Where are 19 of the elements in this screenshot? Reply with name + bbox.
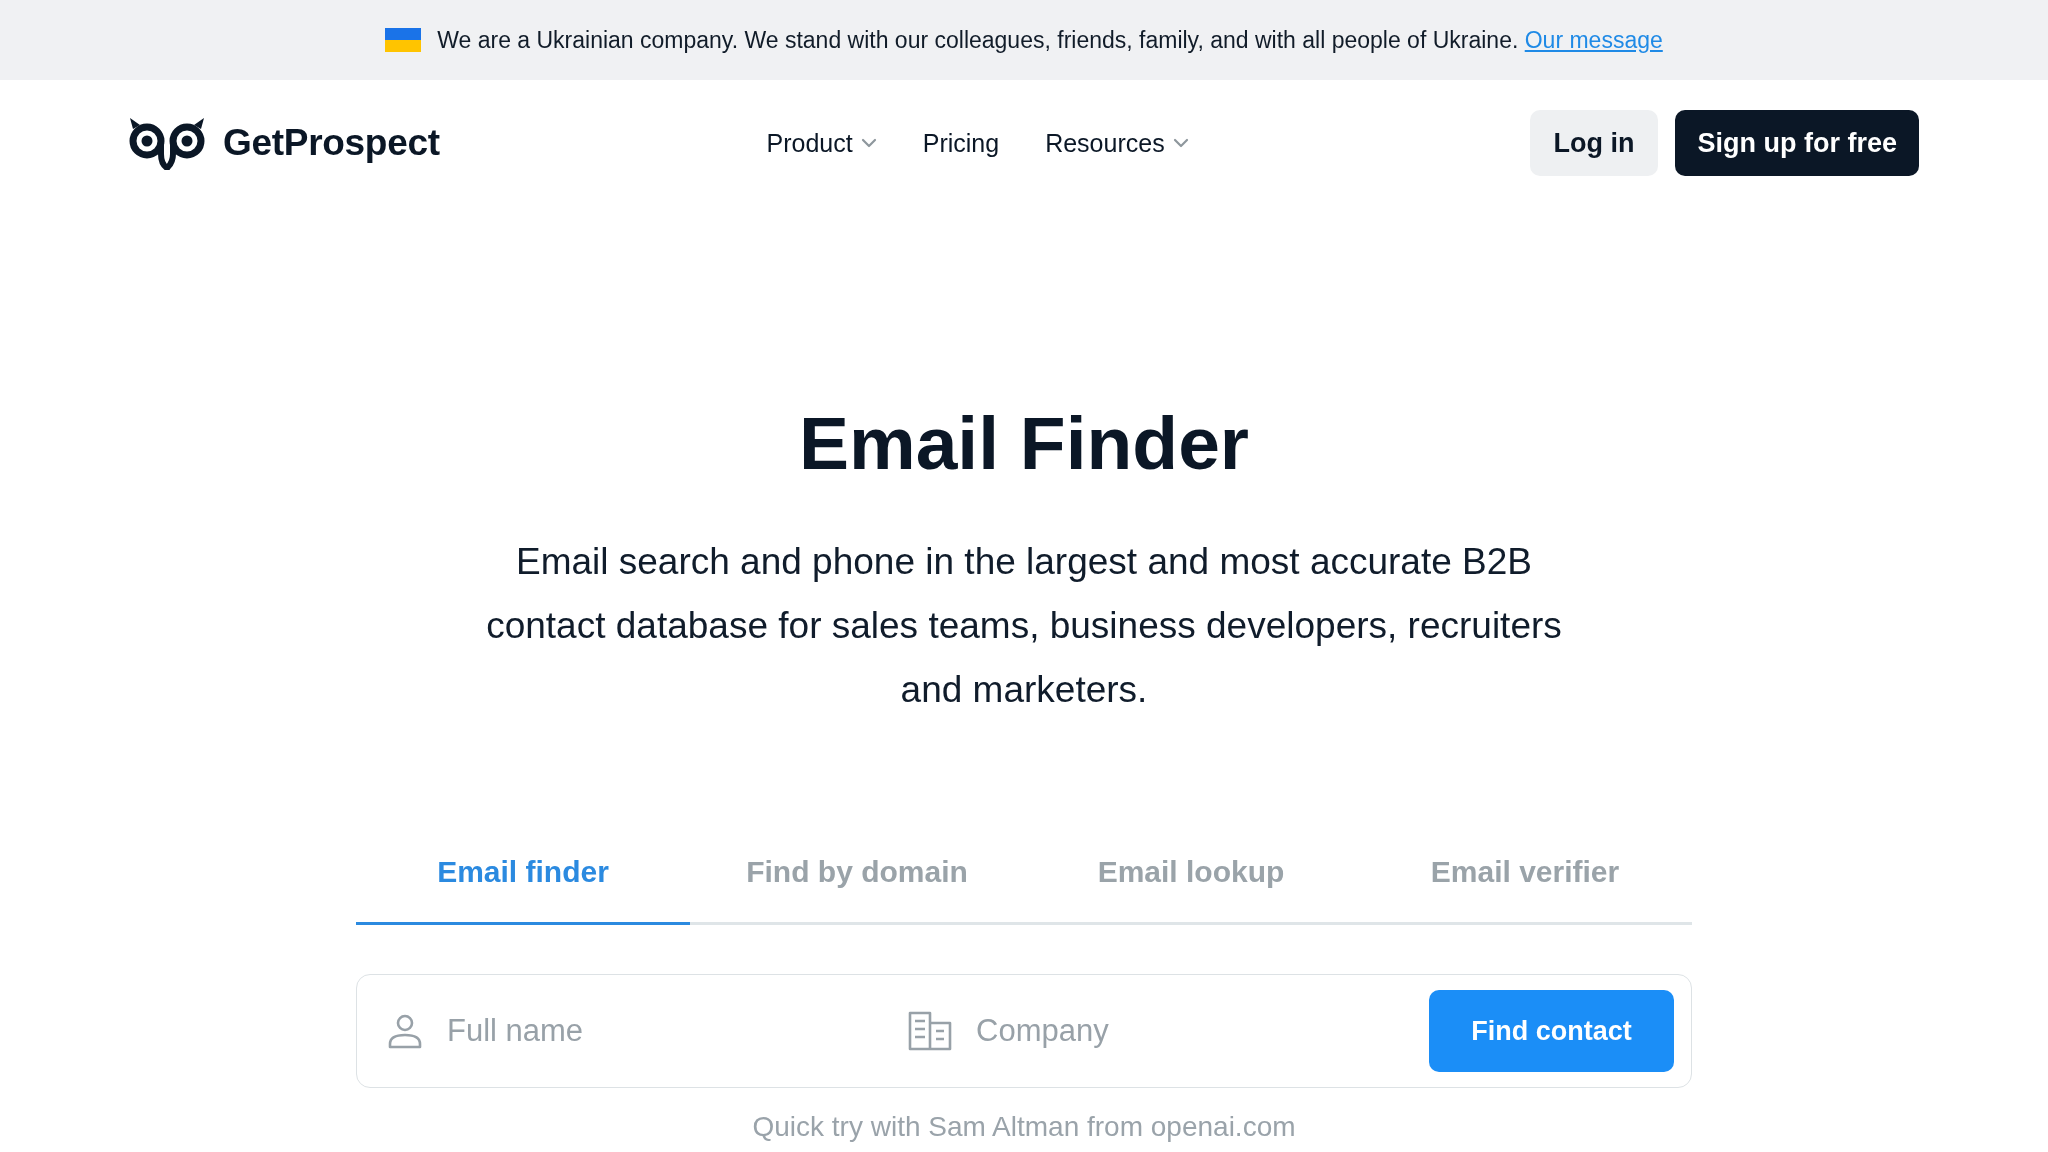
company-field[interactable]: Company <box>976 1007 1429 1055</box>
quick-try-text: Quick try with Sam Altman from openai.com <box>752 1110 1296 1144</box>
person-icon <box>387 1013 423 1049</box>
nav-link[interactable]: Product <box>766 128 877 158</box>
sign-up-button[interactable]: Sign up for free <box>1675 110 1919 176</box>
chevron-down-icon <box>860 138 877 148</box>
tab[interactable]: Email finder <box>356 840 690 925</box>
logo-text[interactable]: GetProspect <box>223 122 440 164</box>
log-in-button[interactable]: Log in <box>1529 110 1659 176</box>
chevron-down-icon <box>1172 138 1189 148</box>
page-subtitle: Email search and phone in the largest and most accurate B2B contact database for sales teams, business developers, recruiters and marketers. <box>485 540 1563 712</box>
building-icon <box>908 1011 952 1051</box>
banner-message: We are a Ukrainian company. We stand with our colleagues, friends, family, and with all people of Ukraine. Our message <box>437 26 1663 54</box>
nav-link[interactable]: Resources <box>1045 128 1189 158</box>
full-name-field[interactable]: Full name <box>447 1007 908 1055</box>
owl-logo-icon[interactable] <box>127 116 207 170</box>
nav-link[interactable]: Pricing <box>922 128 1000 158</box>
page-title: Email Finder <box>798 400 1250 487</box>
flag-icon <box>385 28 422 52</box>
